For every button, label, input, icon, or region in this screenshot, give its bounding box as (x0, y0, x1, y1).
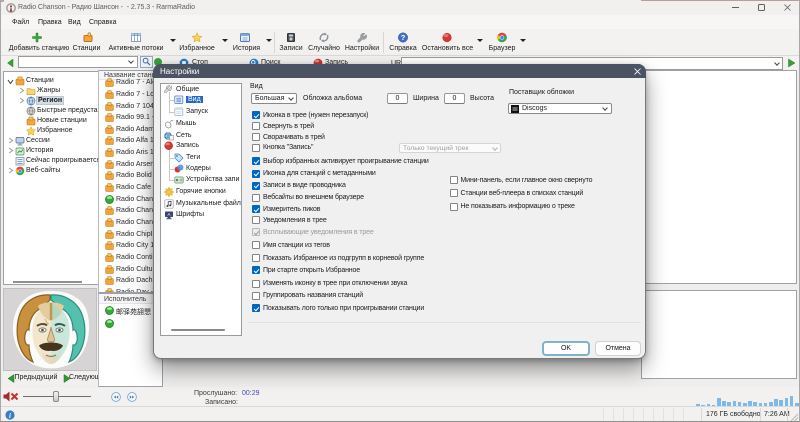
svg-text:?: ? (401, 33, 406, 42)
svg-text:i: i (9, 412, 11, 420)
